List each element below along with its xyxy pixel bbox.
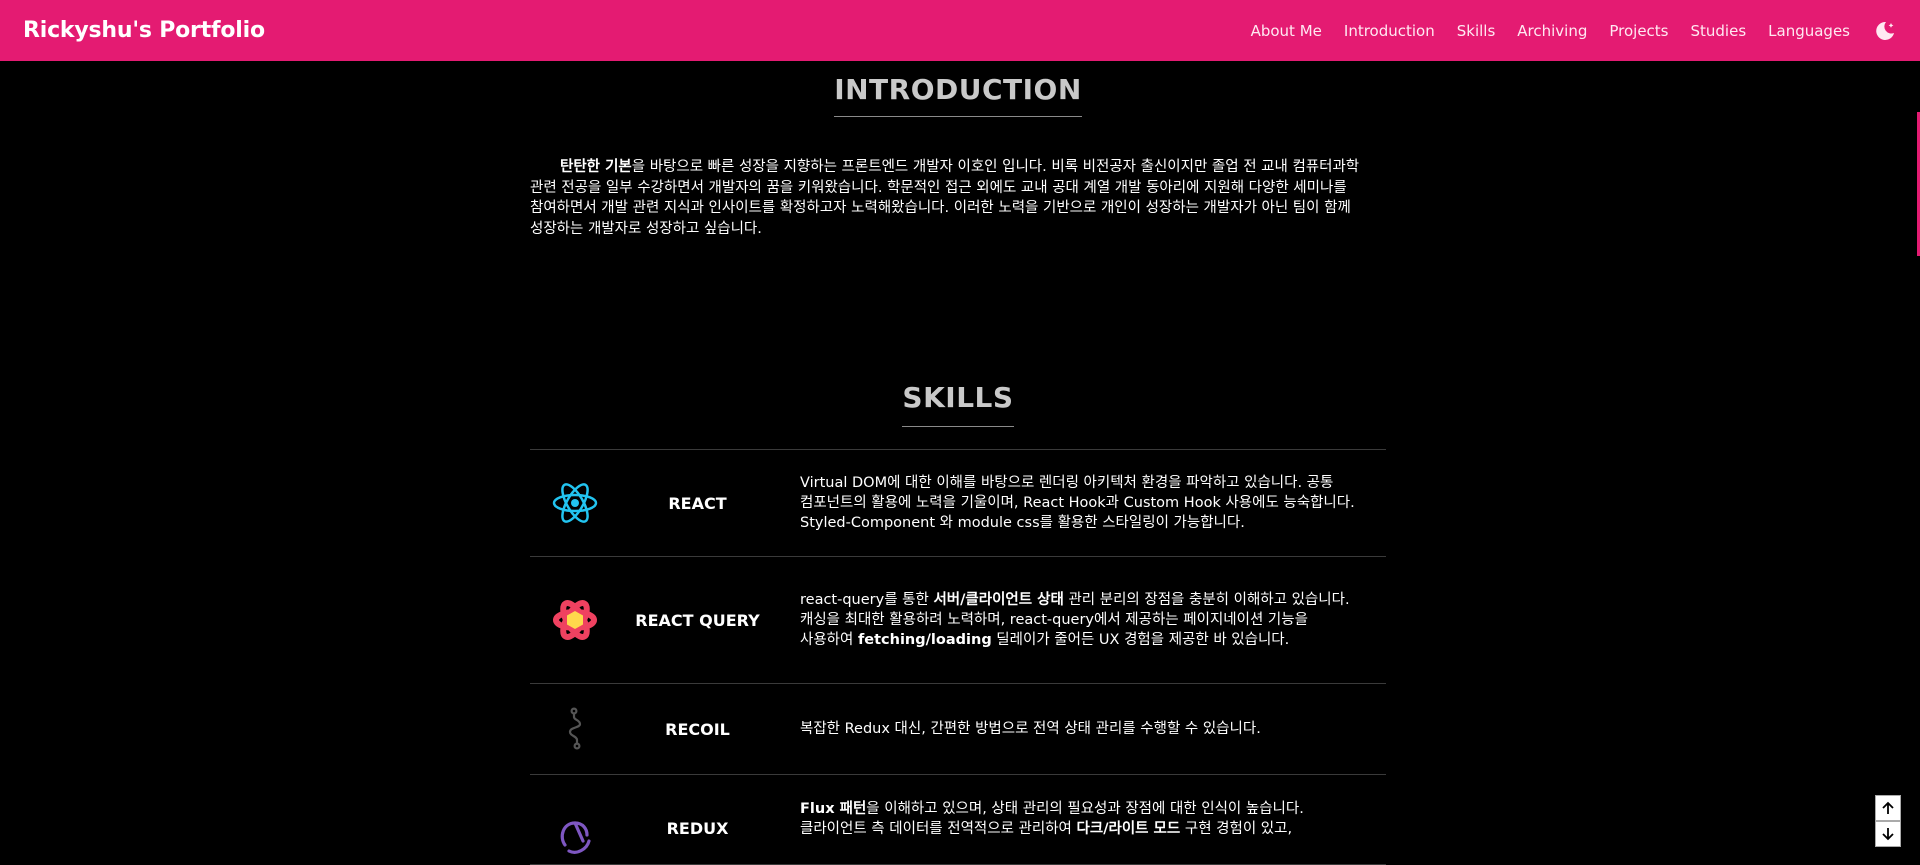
- arrow-down-icon[interactable]: [1875, 821, 1901, 847]
- skill-row-recoil: RECOIL 복잡한 Redux 대신, 간편한 방법으로 전역 상태 관리를 …: [530, 684, 1386, 775]
- skill-row-react: REACT Virtual DOM에 대한 이해를 바탕으로 렌더링 아키텍처 …: [530, 450, 1386, 557]
- skill-description: react-query를 통한 서버/클라이언트 상태 관리 분리의 장점을 충…: [800, 592, 1350, 648]
- nav-link-languages[interactable]: Languages: [1768, 22, 1850, 40]
- skill-description: Virtual DOM에 대한 이해를 바탕으로 렌더링 아키텍처 환경을 파악…: [800, 475, 1355, 531]
- react-query-icon: [530, 596, 620, 644]
- intro-highlight: 탄탄한 기본: [560, 159, 632, 175]
- nav-link-archiving[interactable]: Archiving: [1517, 22, 1587, 40]
- nav-link-studies[interactable]: Studies: [1691, 22, 1747, 40]
- skill-row-react-query: REACT QUERY react-query를 통한 서버/클라이언트 상태 …: [530, 557, 1386, 684]
- top-navbar: Rickyshu's Portfolio About Me Introducti…: [0, 0, 1920, 61]
- nav-link-about-me[interactable]: About Me: [1251, 22, 1322, 40]
- skills-title: SKILLS: [902, 381, 1014, 427]
- skill-name: REACT QUERY: [635, 610, 760, 630]
- main-content: INTRODUCTION 탄탄한 기본을 바탕으로 빠른 성장을 지향하는 프론…: [530, 61, 1386, 865]
- nav-link-introduction[interactable]: Introduction: [1344, 22, 1435, 40]
- skill-description: Flux 패턴을 이해하고 있으며, 상태 관리의 필요성과 장점에 대한 인식…: [800, 801, 1304, 837]
- redux-icon: [530, 799, 620, 855]
- intro-body: 을 바탕으로 빠른 성장을 지향하는 프론트엔드 개발자 이호인 입니다. 비록…: [530, 159, 1360, 237]
- nav-links: About Me Introduction Skills Archiving P…: [1229, 18, 1898, 44]
- brand-title[interactable]: Rickyshu's Portfolio: [23, 18, 265, 43]
- arrow-up-icon[interactable]: [1875, 795, 1901, 821]
- skill-row-redux: REDUX Flux 패턴을 이해하고 있으며, 상태 관리의 필요성과 장점에…: [530, 775, 1386, 865]
- skill-name: REDUX: [666, 819, 729, 838]
- skill-description: 복잡한 Redux 대신, 간편한 방법으로 전역 상태 관리를 수행할 수 있…: [800, 721, 1261, 737]
- skills-section-title: SKILLS: [530, 381, 1386, 427]
- introduction-section-title: INTRODUCTION: [530, 73, 1386, 117]
- skill-name: RECOIL: [665, 719, 730, 739]
- recoil-icon: [530, 707, 620, 751]
- nav-link-skills[interactable]: Skills: [1457, 22, 1496, 40]
- skill-name: REACT: [668, 493, 727, 513]
- nav-link-projects[interactable]: Projects: [1609, 22, 1668, 40]
- react-icon: [530, 481, 620, 525]
- moon-icon[interactable]: [1872, 18, 1898, 44]
- skills-table: REACT Virtual DOM에 대한 이해를 바탕으로 렌더링 아키텍처 …: [530, 449, 1386, 865]
- introduction-title: INTRODUCTION: [834, 73, 1082, 117]
- introduction-paragraph: 탄탄한 기본을 바탕으로 빠른 성장을 지향하는 프론트엔드 개발자 이호인 입…: [530, 157, 1386, 239]
